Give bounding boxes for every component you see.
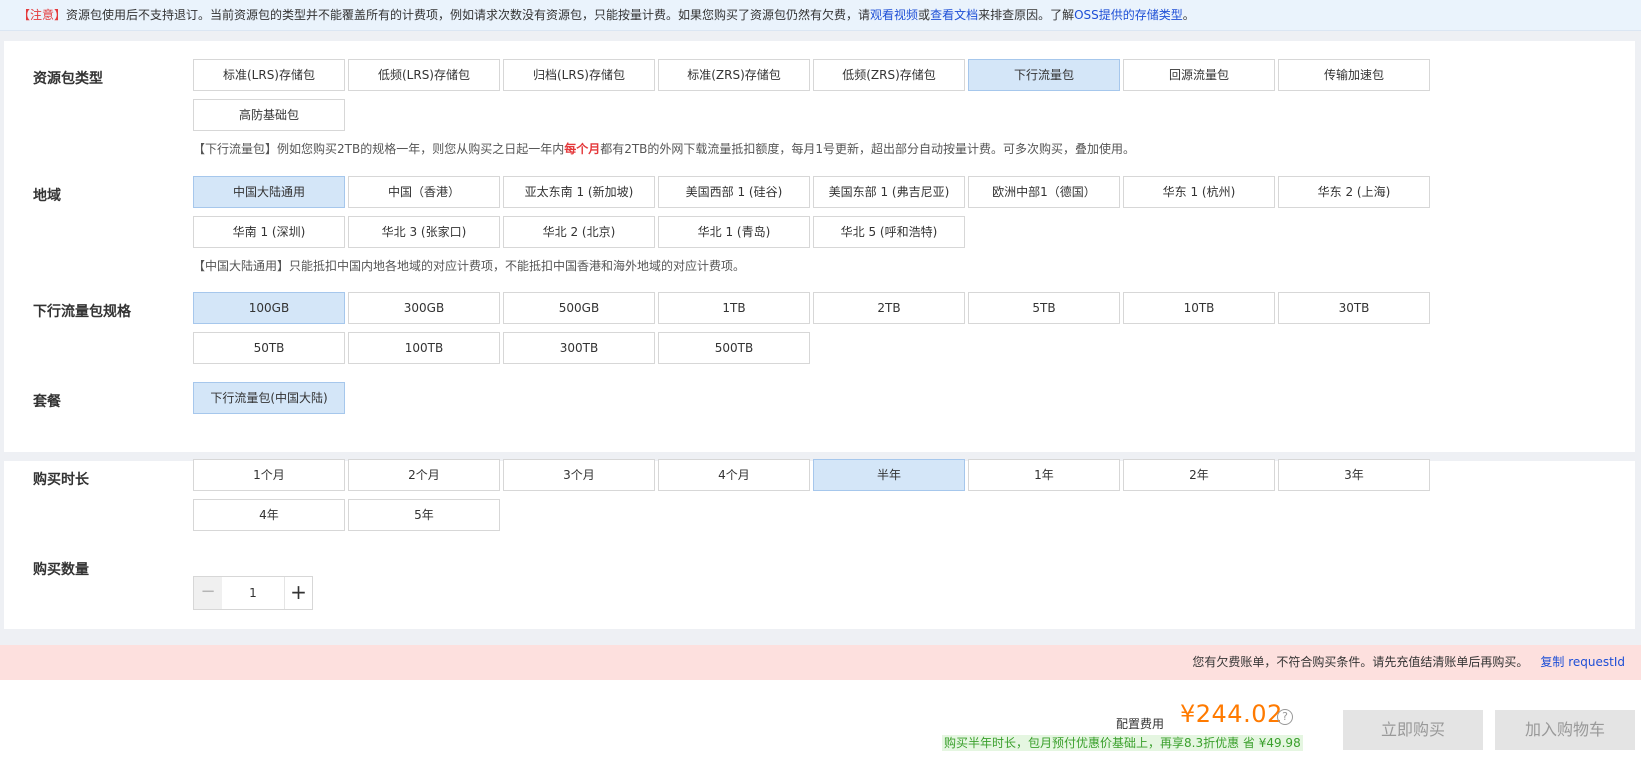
region-option[interactable]: 华东 1 (杭州) [1123,176,1275,208]
region-option[interactable]: 华北 2 (北京) [503,216,655,248]
package-type-option[interactable]: 传输加速包 [1278,59,1430,91]
duration-option[interactable]: 4年 [193,499,345,531]
region-option[interactable]: 中国（香港） [348,176,500,208]
plan-label: 套餐 [33,394,61,410]
quantity-stepper: − 1 + [193,576,313,610]
region-option[interactable]: 华北 1 (青岛) [658,216,810,248]
package-config-panel: 资源包类型 标准(LRS)存储包 低频(LRS)存储包 归档(LRS)存储包 标准(Z… [4,41,1635,452]
alert-text: 您有欠费账单，不符合购买条件。请先充值结清账单后再购买。 [1192,655,1529,669]
notice-end: 。 [1182,8,1195,22]
notice-bar: 【注意】资源包使用后不支持退订。当前资源包的类型并不能覆盖所有的计费项，例如请求… [0,0,1641,31]
help-icon[interactable]: ? [1277,709,1293,725]
duration-option[interactable]: 3年 [1278,459,1430,491]
total-price: ¥244.02 [1180,700,1283,728]
package-type-option[interactable]: 标准(LRS)存储包 [193,59,345,91]
quantity-label: 购买数量 [33,562,89,578]
buy-now-button[interactable]: 立即购买 [1343,710,1483,750]
region-option[interactable]: 亚太东南 1 (新加坡) [503,176,655,208]
spec-label: 下行流量包规格 [33,304,131,320]
add-to-cart-button[interactable]: 加入购物车 [1495,710,1635,750]
fee-label: 配置费用 [1116,717,1165,731]
duration-option[interactable]: 半年 [813,459,965,491]
region-hint: 【中国大陆通用】只能抵扣中国内地各地域的对应计费项，不能抵扣中国香港和海外地域的… [193,259,746,273]
notice-text-2: 来排查原因。了解 [978,8,1075,22]
quantity-input[interactable]: 1 [222,577,284,609]
spec-option[interactable]: 100TB [348,332,500,364]
spec-option[interactable]: 500TB [658,332,810,364]
package-type-option[interactable]: 归档(LRS)存储包 [503,59,655,91]
region-option[interactable]: 华北 3 (张家口) [348,216,500,248]
region-option[interactable]: 欧洲中部1（德国） [968,176,1120,208]
plan-option[interactable]: 下行流量包(中国大陆) [193,382,345,414]
spec-option[interactable]: 30TB [1278,292,1430,324]
discount-note: 购买半年时长，包月预付优惠价基础上，再享8.3折优惠 省 ¥49.98 [942,735,1303,751]
duration-option[interactable]: 3个月 [503,459,655,491]
package-type-label: 资源包类型 [33,71,103,87]
spec-option[interactable]: 5TB [968,292,1120,324]
region-option[interactable]: 美国东部 1 (弗吉尼亚) [813,176,965,208]
notice-or: 或 [918,8,931,22]
order-footer: 配置费用 ¥244.02 ? 购买半年时长，包月预付优惠价基础上，再享8.3折优… [0,680,1641,765]
region-label: 地域 [33,188,61,204]
spec-option[interactable]: 300GB [348,292,500,324]
hint-emphasis: 每个月 [564,142,601,156]
package-type-option[interactable]: 标准(ZRS)存储包 [658,59,810,91]
watch-video-link[interactable]: 观看视频 [870,8,918,22]
package-type-option[interactable]: 低频(ZRS)存储包 [813,59,965,91]
package-type-hint: 【下行流量包】例如您购买2TB的规格一年，则您从购买之日起一年内每个月都有2TB… [193,140,1135,157]
region-option[interactable]: 华东 2 (上海) [1278,176,1430,208]
spec-option[interactable]: 300TB [503,332,655,364]
increment-button[interactable]: + [284,577,312,609]
duration-option[interactable]: 5年 [348,499,500,531]
duration-option[interactable]: 4个月 [658,459,810,491]
hint-post: 都有2TB的外网下载流量抵扣额度，每月1号更新，超出部分自动按量计费。可多次购买… [600,142,1136,156]
hint-pre: 【下行流量包】例如您购买2TB的规格一年，则您从购买之日起一年内 [193,142,565,156]
spec-option[interactable]: 1TB [658,292,810,324]
storage-types-link[interactable]: OSS提供的存储类型 [1074,8,1183,22]
copy-requestid-link[interactable]: 复制 requestId [1540,655,1625,669]
spec-option[interactable]: 2TB [813,292,965,324]
package-type-option[interactable]: 回源流量包 [1123,59,1275,91]
spec-option[interactable]: 500GB [503,292,655,324]
spec-option[interactable]: 10TB [1123,292,1275,324]
package-type-option[interactable]: 下行流量包 [968,59,1120,91]
decrement-button[interactable]: − [194,577,222,609]
duration-option[interactable]: 2年 [1123,459,1275,491]
duration-option[interactable]: 1个月 [193,459,345,491]
duration-option[interactable]: 2个月 [348,459,500,491]
region-option[interactable]: 中国大陆通用 [193,176,345,208]
notice-tag: 【注意】 [18,8,67,22]
duration-option[interactable]: 1年 [968,459,1120,491]
notice-text: 资源包使用后不支持退订。当前资源包的类型并不能覆盖所有的计费项，例如请求次数没有… [66,8,871,22]
arrears-alert: 您有欠费账单，不符合购买条件。请先充值结清账单后再购买。 复制 requestId [0,645,1641,680]
purchase-panel: 购买时长 1个月 2个月 3个月 4个月 半年 1年 2年 3年 4年 5年 购买数量 − 1 + [4,459,1635,629]
package-type-option[interactable]: 低频(LRS)存储包 [348,59,500,91]
region-option[interactable]: 华北 5 (呼和浩特) [813,216,965,248]
region-option[interactable]: 美国西部 1 (硅谷) [658,176,810,208]
view-docs-link[interactable]: 查看文档 [930,8,978,22]
package-type-option[interactable]: 高防基础包 [193,99,345,131]
spec-option[interactable]: 100GB [193,292,345,324]
region-option[interactable]: 华南 1 (深圳) [193,216,345,248]
spec-option[interactable]: 50TB [193,332,345,364]
duration-label: 购买时长 [33,472,89,488]
